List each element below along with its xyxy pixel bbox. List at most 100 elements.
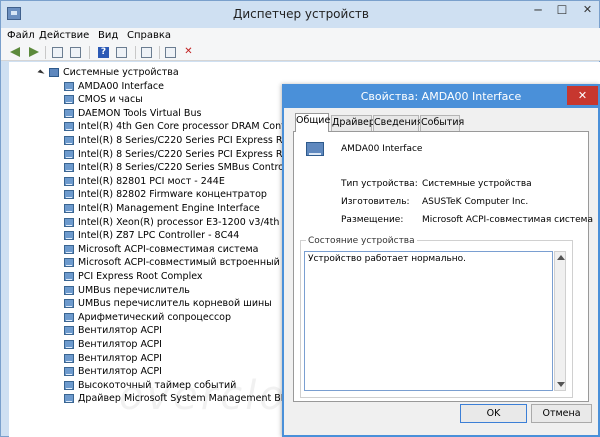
tree-device-item[interactable]: Арифметический сопроцессор <box>9 311 289 324</box>
tab-details[interactable]: Сведения <box>373 115 423 131</box>
system-device-icon <box>64 149 74 159</box>
tab-driver[interactable]: Драйвер <box>331 115 375 131</box>
help-icon[interactable]: ? <box>98 47 109 58</box>
tree-device-item[interactable]: PCI Express Root Complex <box>9 270 289 283</box>
device-status-title: Состояние устройства <box>306 235 417 247</box>
device-label: Арифметический сопроцессор <box>78 311 232 323</box>
menu-action[interactable]: Действие <box>39 28 89 44</box>
device-label: Вентилятор ACPI <box>78 352 162 364</box>
device-label: Вентилятор ACPI <box>78 339 162 350</box>
device-type-label: Тип устройства: <box>341 179 418 189</box>
device-label: Intel(R) Management Engine Interface <box>78 203 260 214</box>
system-device-icon <box>64 108 74 118</box>
view-icon[interactable] <box>116 47 127 58</box>
device-type-value: Системные устройства <box>422 179 532 189</box>
tree-device-item[interactable]: Intel(R) 8 Series/C220 Series SMBus Cont… <box>9 161 289 174</box>
tree-device-item[interactable]: Intel(R) 4th Gen Core processor DRAM Con… <box>9 120 289 133</box>
system-device-icon <box>64 176 74 186</box>
tab-events[interactable]: События <box>420 115 464 131</box>
system-device-icon <box>64 312 74 322</box>
tree-device-item[interactable]: AMDA00 Interface <box>9 80 289 93</box>
tree-device-item[interactable]: UMBus перечислитель корневой шины <box>9 297 289 310</box>
system-device-icon <box>64 258 74 268</box>
system-device-icon <box>64 136 74 145</box>
tree-device-item[interactable]: Вентилятор ACPI <box>9 352 289 365</box>
device-label: Intel(R) 82801 PCI мост - 244E <box>78 175 225 187</box>
device-label: AMDA00 Interface <box>78 80 164 92</box>
manufacturer-value: ASUSTeK Computer Inc. <box>422 197 529 207</box>
device-label: Intel(R) 8 Series/C220 Series PCI Expres… <box>78 135 289 146</box>
toolbar-separator <box>45 46 46 59</box>
minimize-button[interactable]: ─ <box>526 1 550 21</box>
general-tab-panel: AMDA00 Interface Тип устройства: Системн… <box>293 131 593 402</box>
device-manager-app: Диспетчер устройств ─ ☐ ✕ Файл Действие … <box>0 0 600 437</box>
tree-device-item[interactable]: UMBus перечислитель <box>9 284 289 297</box>
console-tree-icon[interactable] <box>52 47 63 58</box>
device-label: DAEMON Tools Virtual Bus <box>78 107 202 119</box>
tree-device-item[interactable]: CMOS и часы <box>9 93 289 106</box>
device-label: Microsoft ACPI-совместимая система <box>78 243 259 255</box>
maximize-button[interactable]: ☐ <box>550 1 574 21</box>
system-device-icon <box>64 231 74 241</box>
tree-category[interactable]: Системные устройства <box>9 66 569 79</box>
tree-device-item[interactable]: Intel(R) Xeon(R) processor E3-1200 v3/4t… <box>9 216 289 229</box>
back-arrow-icon[interactable] <box>10 47 20 57</box>
cancel-button[interactable]: Отмена <box>531 404 592 423</box>
system-device-icon <box>64 81 74 91</box>
status-scrollbar[interactable] <box>554 251 566 391</box>
system-device-icon <box>64 244 74 254</box>
device-label: UMBus перечислитель корневой шины <box>78 298 272 310</box>
forward-arrow-icon[interactable] <box>29 47 39 57</box>
device-status-text[interactable]: Устройство работает нормально. <box>304 251 553 391</box>
location-label: Размещение: <box>341 215 404 225</box>
system-device-icon <box>64 95 74 105</box>
toolbar-separator <box>135 46 136 59</box>
toolbar-separator <box>159 46 160 59</box>
tree-device-item[interactable]: Microsoft ACPI-совместимая система <box>9 243 289 256</box>
device-icon <box>306 142 324 156</box>
location-value: Microsoft ACPI-совместимая система <box>422 215 593 225</box>
device-name: AMDA00 Interface <box>341 144 423 154</box>
tree-device-item[interactable]: Вентилятор ACPI <box>9 338 289 351</box>
tree-device-item[interactable]: Intel(R) 82801 PCI мост - 244E <box>9 175 289 188</box>
system-device-icon <box>64 380 74 390</box>
system-device-icon <box>64 394 74 404</box>
tree-device-item[interactable]: Вентилятор ACPI <box>9 324 289 337</box>
system-device-icon <box>64 190 74 200</box>
system-device-icon <box>64 340 74 349</box>
scroll-down-icon[interactable] <box>557 382 565 387</box>
system-device-icon <box>64 299 74 309</box>
device-label: Вентилятор ACPI <box>78 325 162 337</box>
device-manager-icon <box>7 7 21 20</box>
tree-device-item[interactable]: DAEMON Tools Virtual Bus <box>9 107 289 120</box>
ok-button[interactable]: OK <box>460 404 527 423</box>
tree-device-item[interactable]: Intel(R) Management Engine Interface <box>9 202 289 215</box>
scan-hardware-icon[interactable] <box>141 47 152 58</box>
device-label: UMBus перечислитель <box>78 284 190 296</box>
tree-device-item[interactable]: Microsoft ACPI-совместимый встроенный ко… <box>9 256 289 269</box>
tab-general[interactable]: Общие <box>295 113 330 132</box>
system-devices-icon <box>49 68 59 77</box>
menu-view[interactable]: Вид <box>98 28 118 44</box>
properties-icon[interactable] <box>70 47 81 58</box>
update-driver-icon[interactable] <box>165 47 176 58</box>
menu-file[interactable]: Файл <box>7 28 35 44</box>
uninstall-icon[interactable]: ✕ <box>183 47 194 58</box>
device-label: Intel(R) Z87 LPC Controller - 8C44 <box>78 230 240 242</box>
system-device-icon <box>64 353 74 363</box>
system-device-icon <box>64 217 74 227</box>
tree-device-item[interactable]: Intel(R) 82802 Firmware концентратор <box>9 188 289 201</box>
dialog-title: Свойства: AMDA00 Interface <box>284 86 598 108</box>
system-device-icon <box>64 163 74 173</box>
toolbar: ? ✕ <box>1 44 600 61</box>
tree-device-item[interactable]: Intel(R) 8 Series/C220 Series PCI Expres… <box>9 148 289 161</box>
collapse-arrow-icon[interactable] <box>37 69 45 77</box>
dialog-close-button[interactable]: ✕ <box>567 86 598 105</box>
scroll-up-icon[interactable] <box>557 255 565 260</box>
tree-device-item[interactable]: Intel(R) Z87 LPC Controller - 8C44 <box>9 229 289 242</box>
close-button[interactable]: ✕ <box>574 1 600 21</box>
device-status-group: Состояние устройства Устройство работает… <box>300 235 573 398</box>
menu-help[interactable]: Справка <box>127 28 171 44</box>
tree-device-item[interactable]: Intel(R) 8 Series/C220 Series PCI Expres… <box>9 134 289 147</box>
window-title: Диспетчер устройств <box>232 7 369 21</box>
